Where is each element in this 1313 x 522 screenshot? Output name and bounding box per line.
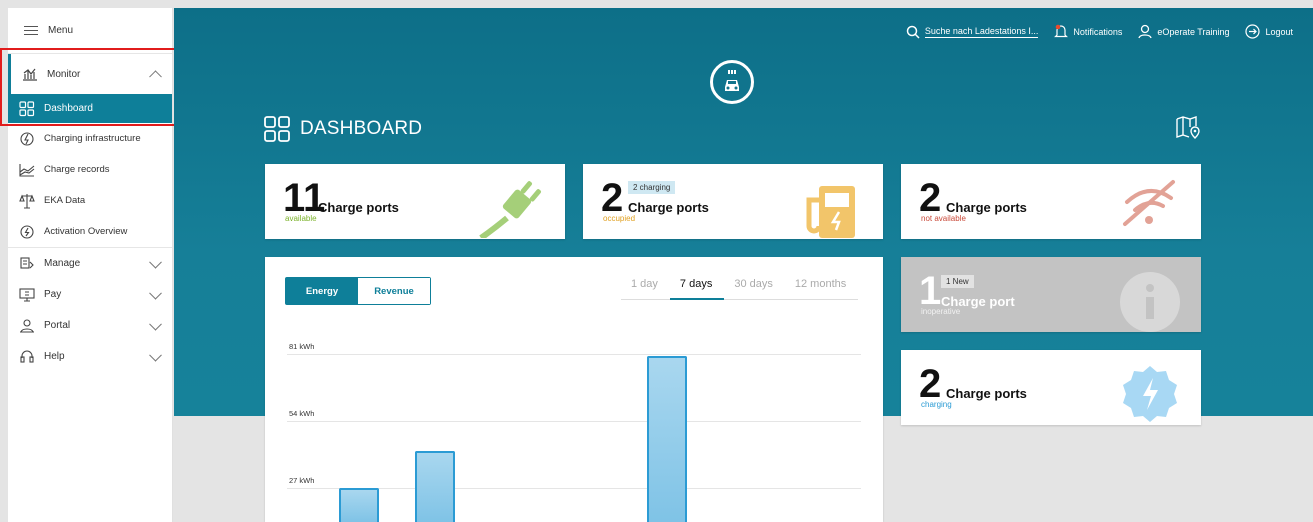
charging-tag: 2 charging	[628, 181, 676, 194]
range-tabs: 1 day 7 days 30 days 12 months	[621, 278, 859, 300]
activation-icon	[18, 223, 36, 241]
card-status: charging	[921, 400, 952, 409]
notifications-label: Notifications	[1073, 26, 1123, 37]
pay-icon	[18, 286, 36, 304]
hamburger-icon	[24, 26, 38, 35]
menu-label: Menu	[48, 25, 74, 36]
energy-chart-card: Energy Revenue 1 day 7 days 30 days 12 m…	[265, 257, 883, 522]
logout-icon	[1245, 24, 1261, 39]
logout-button[interactable]: Logout	[1245, 24, 1293, 39]
notifications-button[interactable]: Notifications	[1054, 24, 1122, 39]
sidebar-item-monitor[interactable]: Monitor	[8, 54, 172, 94]
card-status: occupied	[603, 214, 636, 223]
card-status: inoperative	[921, 307, 961, 316]
page-title-row: DASHBOARD	[264, 116, 422, 142]
search-input[interactable]: Suche nach Ladestations I...	[924, 26, 1039, 38]
card-charging[interactable]: 2 Charge ports charging	[901, 350, 1201, 425]
card-label: Charge ports	[628, 200, 709, 215]
page-title: DASHBOARD	[300, 118, 423, 139]
topbar: Suche nach Ladestations I... Notificatio…	[906, 24, 1293, 39]
card-label: Charge ports	[946, 386, 1027, 401]
range-7-days[interactable]: 7 days	[669, 278, 725, 300]
charging-station-icon	[18, 130, 36, 148]
range-12-months[interactable]: 12 months	[784, 278, 859, 300]
scales-icon	[18, 192, 36, 210]
sidebar-item-help[interactable]: Help	[8, 341, 172, 372]
chevron-up-icon[interactable]	[149, 70, 162, 84]
card-label: Charge ports	[946, 200, 1027, 215]
menu-toggle[interactable]: Menu	[8, 8, 172, 54]
y-tick-label: 81 kWh	[289, 342, 315, 351]
card-inoperative[interactable]: 1 1 New Charge port inoperative	[901, 257, 1201, 332]
plug-icon	[479, 181, 541, 238]
chart-bar[interactable]	[647, 356, 687, 522]
sidebar-item-manage[interactable]: Manage	[8, 248, 172, 279]
card-not-available[interactable]: 2 Charge ports not available	[901, 164, 1201, 239]
sidebar-item-label: EKA Data	[44, 195, 86, 206]
map-view-icon[interactable]	[1175, 114, 1201, 145]
energy-revenue-toggle: Energy Revenue	[285, 277, 431, 305]
sidebar-item-label: Portal	[44, 320, 71, 331]
charging-badge-icon	[1123, 366, 1177, 422]
portal-icon	[18, 317, 36, 335]
card-count: 1	[919, 269, 942, 313]
y-tick-label: 27 kWh	[289, 476, 315, 485]
y-tick-label: 54 kWh	[289, 409, 315, 418]
range-30-days[interactable]: 30 days	[724, 278, 785, 300]
search-icon	[906, 25, 920, 39]
sidebar: Menu Monitor Dashboard Charging infrastr…	[8, 8, 173, 522]
chevron-down-icon[interactable]	[149, 286, 162, 300]
range-1-day[interactable]: 1 day	[621, 278, 670, 300]
sidebar-item-pay[interactable]: Pay	[8, 279, 172, 310]
chevron-down-icon[interactable]	[149, 348, 162, 362]
sidebar-item-label: Pay	[44, 289, 62, 300]
card-label: Charge ports	[318, 200, 399, 215]
card-count: 2	[919, 362, 942, 406]
sidebar-item-dashboard[interactable]: Dashboard	[8, 94, 172, 123]
charging-station-illustration	[806, 186, 855, 238]
sidebar-item-label: Charge records	[44, 164, 110, 175]
card-status: not available	[921, 214, 966, 223]
grid-line	[287, 354, 861, 355]
records-chart-icon	[18, 161, 36, 179]
sidebar-item-activation-overview[interactable]: Activation Overview	[8, 216, 172, 247]
chart-bar[interactable]	[415, 450, 455, 522]
card-available[interactable]: 11 Charge ports available	[265, 164, 565, 239]
ev-charging-logo	[710, 60, 754, 104]
info-icon	[1120, 272, 1180, 332]
sidebar-item-label: Help	[44, 351, 65, 362]
chevron-down-icon[interactable]	[149, 317, 162, 331]
monitor-icon	[21, 65, 39, 83]
grid-line	[287, 421, 861, 422]
user-icon	[1138, 24, 1153, 39]
sidebar-item-label: Charging infrastructure	[44, 133, 141, 144]
card-count: 2	[919, 176, 942, 220]
user-menu[interactable]: eOperate Training	[1138, 24, 1229, 39]
headset-icon	[18, 348, 36, 366]
card-count: 2	[601, 176, 624, 220]
sidebar-item-portal[interactable]: Portal	[8, 310, 172, 341]
bell-icon	[1054, 24, 1069, 38]
sidebar-item-label: Monitor	[47, 68, 81, 80]
sidebar-item-label: Activation Overview	[44, 226, 128, 237]
sidebar-item-charge-records[interactable]: Charge records	[8, 154, 172, 185]
card-occupied[interactable]: 2 2 charging Charge ports occupied	[583, 164, 883, 239]
dashboard-grid-icon	[264, 116, 290, 142]
chart-bar[interactable]	[339, 488, 379, 522]
card-status: available	[285, 214, 317, 223]
search-field[interactable]: Suche nach Ladestations I...	[906, 25, 1039, 39]
sidebar-item-eka-data[interactable]: EKA Data	[8, 185, 172, 216]
user-name: eOperate Training	[1157, 26, 1230, 37]
logout-label: Logout	[1265, 26, 1293, 37]
energy-tab[interactable]: Energy	[286, 278, 358, 304]
new-tag: 1 New	[941, 275, 974, 288]
revenue-tab[interactable]: Revenue	[358, 278, 430, 304]
no-signal-icon	[1123, 180, 1175, 226]
grid-icon	[18, 100, 36, 118]
chevron-down-icon[interactable]	[149, 255, 162, 269]
sidebar-item-label: Dashboard	[44, 103, 93, 114]
sidebar-item-label: Manage	[44, 258, 81, 269]
manage-icon	[18, 255, 36, 273]
sidebar-item-charging-infrastructure[interactable]: Charging infrastructure	[8, 123, 172, 154]
